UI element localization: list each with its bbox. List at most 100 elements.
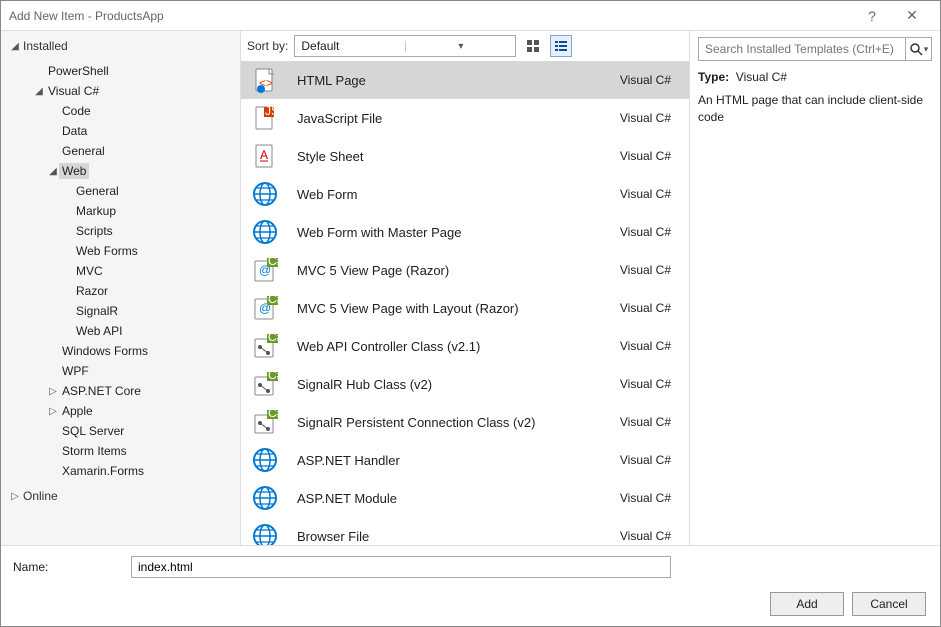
type-value: Visual C# <box>736 70 787 84</box>
chevron-right-icon: ▷ <box>47 386 59 397</box>
tree-item-label: Scripts <box>73 223 116 239</box>
template-row[interactable]: AStyle SheetVisual C# <box>241 137 689 175</box>
tree-item[interactable]: PowerShell <box>19 61 240 81</box>
template-row[interactable]: ASP.NET ModuleVisual C# <box>241 479 689 517</box>
tree-item[interactable]: ▷ASP.NET Core <box>19 381 240 401</box>
large-icons-view-button[interactable] <box>522 35 544 57</box>
search-input[interactable] <box>698 37 906 61</box>
chevron-down-icon: ◢ <box>47 166 59 177</box>
tree-item-label: General <box>73 183 122 199</box>
tree-item-label: SQL Server <box>59 423 127 439</box>
tree-item[interactable]: Scripts <box>19 221 240 241</box>
template-row[interactable]: @C#MVC 5 View Page with Layout (Razor)Vi… <box>241 289 689 327</box>
tree-item-label: Visual C# <box>45 83 102 99</box>
tree-item-label: PowerShell <box>45 63 112 79</box>
name-input[interactable] <box>131 556 671 578</box>
globe-icon <box>251 446 279 474</box>
tree-item-label: Data <box>59 123 90 139</box>
js-icon: JS <box>251 104 279 132</box>
template-row[interactable]: JSJavaScript FileVisual C# <box>241 99 689 137</box>
template-row[interactable]: Web FormVisual C# <box>241 175 689 213</box>
chevron-down-icon: ▾ <box>405 41 515 52</box>
pagecs-icon: @C# <box>251 256 279 284</box>
template-lang: Visual C# <box>620 529 671 543</box>
template-row[interactable]: @C#MVC 5 View Page (Razor)Visual C# <box>241 251 689 289</box>
template-pane: Sort by: Default ▾ <>HTML PageVisual C#J… <box>241 31 690 545</box>
svg-text:A: A <box>260 148 268 162</box>
tree-item[interactable]: Web Forms <box>19 241 240 261</box>
search-button[interactable]: ▾ <box>906 37 932 61</box>
template-lang: Visual C# <box>620 111 671 125</box>
sort-value: Default <box>295 39 405 53</box>
tree-item[interactable]: MVC <box>19 261 240 281</box>
classcs-icon: C# <box>251 408 279 436</box>
search-box[interactable]: ▾ <box>698 37 932 61</box>
category-pane: ◢ Installed PowerShell◢Visual C#CodeData… <box>1 31 241 545</box>
template-lang: Visual C# <box>620 415 671 429</box>
tree-item-label: Windows Forms <box>59 343 151 359</box>
template-name: MVC 5 View Page (Razor) <box>297 263 620 278</box>
tree-item[interactable]: Web API <box>19 321 240 341</box>
svg-text:C#: C# <box>268 295 278 306</box>
template-list[interactable]: <>HTML PageVisual C#JSJavaScript FileVis… <box>241 61 689 545</box>
tree-item[interactable]: Data <box>19 121 240 141</box>
online-header[interactable]: ▷ Online <box>1 485 240 507</box>
template-lang: Visual C# <box>620 149 671 163</box>
sort-label: Sort by: <box>247 39 288 53</box>
sort-dropdown[interactable]: Default ▾ <box>294 35 516 57</box>
template-lang: Visual C# <box>620 339 671 353</box>
template-name: ASP.NET Handler <box>297 453 620 468</box>
chevron-right-icon: ▷ <box>47 406 59 417</box>
tree-item-label: Xamarin.Forms <box>59 463 147 479</box>
tree-item[interactable]: Xamarin.Forms <box>19 461 240 481</box>
template-name: SignalR Hub Class (v2) <box>297 377 620 392</box>
tree-item-label: Apple <box>59 403 96 419</box>
svg-text:C#: C# <box>268 257 278 268</box>
installed-label: Installed <box>23 39 68 53</box>
titlebar: Add New Item - ProductsApp ? ✕ <box>1 1 940 31</box>
template-lang: Visual C# <box>620 377 671 391</box>
template-name: MVC 5 View Page with Layout (Razor) <box>297 301 620 316</box>
details-pane: ▾ Type: Visual C# An HTML page that can … <box>690 31 940 545</box>
tree-item[interactable]: General <box>19 181 240 201</box>
html-icon: <> <box>251 66 279 94</box>
tree-item[interactable]: Windows Forms <box>19 341 240 361</box>
chevron-down-icon: ▾ <box>924 44 929 55</box>
help-button[interactable]: ? <box>852 8 892 24</box>
installed-header[interactable]: ◢ Installed <box>1 35 240 57</box>
template-row[interactable]: C#Web API Controller Class (v2.1)Visual … <box>241 327 689 365</box>
template-row[interactable]: C# SignalR Persistent Connection Class (v… <box>241 403 689 441</box>
tree-item[interactable]: SQL Server <box>19 421 240 441</box>
template-row[interactable]: <>HTML PageVisual C# <box>241 61 689 99</box>
chevron-down-icon: ◢ <box>33 86 45 97</box>
tree-item-label: Storm Items <box>59 443 130 459</box>
template-name: Web Form <box>297 187 620 202</box>
template-row[interactable]: Browser FileVisual C# <box>241 517 689 545</box>
button-row: Add Cancel <box>11 592 930 616</box>
template-lang: Visual C# <box>620 187 671 201</box>
tree-item[interactable]: SignalR <box>19 301 240 321</box>
template-name: Web Form with Master Page <box>297 225 620 240</box>
tree-item[interactable]: Markup <box>19 201 240 221</box>
globe-icon <box>251 180 279 208</box>
template-row[interactable]: ASP.NET HandlerVisual C# <box>241 441 689 479</box>
close-button[interactable]: ✕ <box>892 7 932 24</box>
tree-item[interactable]: ▷Apple <box>19 401 240 421</box>
template-row[interactable]: Web Form with Master PageVisual C# <box>241 213 689 251</box>
tree-item[interactable]: ◢Web <box>19 161 240 181</box>
globe-icon <box>251 218 279 246</box>
tree-item[interactable]: Code <box>19 101 240 121</box>
template-name: SignalR Persistent Connection Class (v2) <box>297 415 620 430</box>
tree-item[interactable]: General <box>19 141 240 161</box>
tree-item[interactable]: Storm Items <box>19 441 240 461</box>
tree-item[interactable]: ◢Visual C# <box>19 81 240 101</box>
tree-item[interactable]: WPF <box>19 361 240 381</box>
list-view-button[interactable] <box>550 35 572 57</box>
template-row[interactable]: C#SignalR Hub Class (v2)Visual C# <box>241 365 689 403</box>
chevron-down-icon: ◢ <box>9 41 21 52</box>
tree-item[interactable]: Razor <box>19 281 240 301</box>
tree-item-label: WPF <box>59 363 92 379</box>
add-button[interactable]: Add <box>770 592 844 616</box>
cancel-button[interactable]: Cancel <box>852 592 926 616</box>
tree-item-label: MVC <box>73 263 106 279</box>
